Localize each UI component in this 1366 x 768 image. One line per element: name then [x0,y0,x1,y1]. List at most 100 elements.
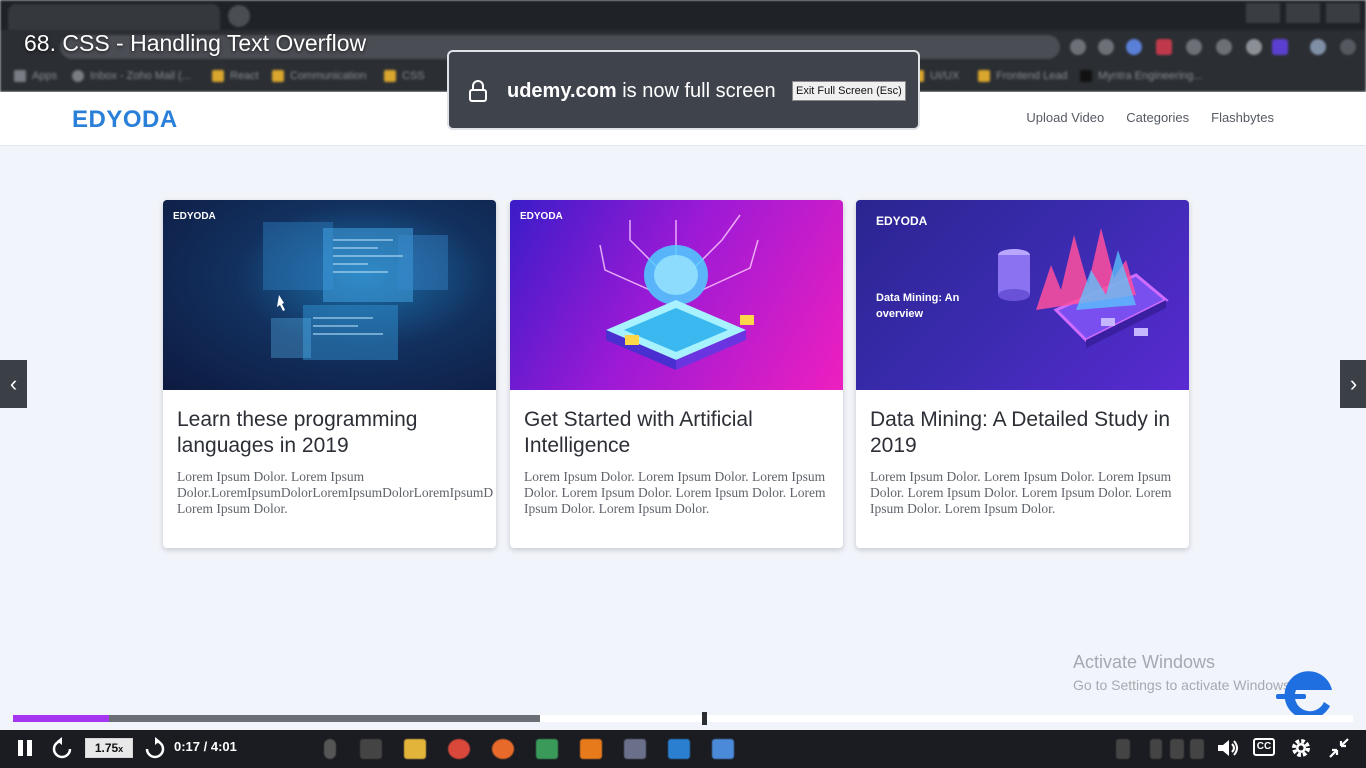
maximize-button[interactable] [1286,3,1320,23]
mail-icon [72,70,84,82]
extension-icon[interactable] [1098,39,1114,55]
data-mining-illustration [998,228,1169,348]
activate-windows-watermark: Activate Windows Go to Settings to activ… [1073,652,1294,693]
card-description: Lorem Ipsum Dolor. Lorem Ipsum Dolor.Lor… [177,469,494,517]
pause-icon[interactable] [16,738,34,758]
bookmark-label: Inbox - Zoho Mail (... [90,70,191,82]
app-icon[interactable] [624,739,646,759]
forward-icon[interactable] [143,737,167,761]
captions-button[interactable]: CC [1253,738,1275,756]
folder-icon [212,70,224,82]
folder-icon [978,70,990,82]
lock-icon [469,80,487,102]
extension-icon[interactable] [1070,39,1086,55]
bookmark-myntra[interactable]: Myntra Engineering... [1080,68,1203,84]
firefox-icon[interactable] [492,739,514,759]
bookmark-folder-react[interactable]: React [212,68,259,84]
card-text-line-overflowing: Dolor.LoremIpsumDolorLoremIpsumDolorLore… [177,485,494,500]
close-window-button[interactable] [1326,3,1360,23]
card-title[interactable]: Learn these programming languages in 201… [177,407,487,459]
bookmark-label: Myntra Engineering... [1098,70,1203,82]
file-explorer-icon[interactable] [404,739,426,759]
medium-icon [1080,70,1092,82]
exit-fullscreen-icon[interactable] [1328,737,1350,759]
chevron-right-icon: › [1349,371,1358,396]
extension-icon[interactable] [1216,39,1232,55]
browser-tab[interactable] [8,4,220,30]
extensions-bar [1070,37,1360,57]
chevron-up-icon[interactable] [1150,739,1162,759]
profile-icon[interactable] [1310,39,1326,55]
chevron-left-icon: ‹ [9,371,18,396]
extension-icon[interactable] [1156,39,1172,55]
exit-fullscreen-button[interactable]: Exit Full Screen (Esc) [792,81,906,101]
card-text-line: Lorem Ipsum Dolor. Lorem Ipsum [177,469,365,484]
course-card[interactable]: EDYODA Get Started with Artificial Intel… [510,200,843,548]
course-card[interactable]: EDYODA Learn these programming languages… [163,200,496,548]
card-description: Lorem Ipsum Dolor. Lorem Ipsum Dolor. Lo… [524,469,826,516]
bookmark-label: React [230,70,259,82]
nav-categories[interactable]: Categories [1126,110,1189,125]
notepad-icon[interactable] [536,739,558,759]
minimize-button[interactable] [1246,3,1280,23]
app-icon[interactable] [712,739,734,759]
bookmark-inbox[interactable]: Inbox - Zoho Mail (... [72,68,191,84]
speed-value: 1.75 [94,741,119,755]
chrome-icon[interactable] [448,739,470,759]
task-view-icon[interactable] [360,739,382,759]
site-logo[interactable]: EDYODA [72,106,178,134]
carousel-next-button[interactable]: › [1340,360,1366,408]
card-title[interactable]: Data Mining: A Detailed Study in 2019 [870,407,1180,459]
edge-logo-icon [1276,671,1332,720]
tray-icon[interactable] [1170,739,1184,759]
video-time: 0:17 / 4:01 [174,739,237,754]
nav-flashbytes[interactable]: Flashbytes [1211,110,1274,125]
card-image: EDYODA [510,200,843,390]
gear-icon[interactable] [1290,737,1312,759]
nav-upload-video[interactable]: Upload Video [1026,110,1104,125]
bookmark-label: Apps [32,70,58,82]
video-progress-bar[interactable] [13,712,1353,725]
carousel-prev-button[interactable]: ‹ [0,360,27,408]
tab-strip [0,0,1366,30]
tray-icon[interactable] [1116,739,1130,759]
folder-icon [272,70,284,82]
progress-played [13,715,110,722]
vscode-icon[interactable] [668,739,690,759]
video-title: 68. CSS - Handling Text Overflow [24,30,367,56]
fullscreen-message: udemy.com is now full screen [507,80,776,103]
fullscreen-notice: udemy.com is now full screen Exit Full S… [447,50,920,130]
bookmark-folder-css[interactable]: CSS [384,68,425,84]
microphone-icon[interactable] [324,739,336,759]
menu-icon[interactable] [1340,39,1356,55]
new-tab-button[interactable] [228,5,250,27]
speed-suffix: x [118,744,124,754]
bookmark-label: Communication [290,70,367,82]
extension-icon[interactable] [1186,39,1202,55]
extension-icon[interactable] [1126,39,1142,55]
card-image: EDYODA Data Mining: An overview [856,200,1189,390]
progress-marker[interactable] [701,712,707,725]
card-text-line: Lorem Ipsum Dolor. [177,501,288,516]
volume-icon[interactable] [1216,738,1240,758]
fullscreen-message-text: is now full screen [616,80,776,102]
course-card[interactable]: EDYODA Data Mining: An overview Data Min… [856,200,1189,548]
bookmark-folder-communication[interactable]: Communication [272,68,366,84]
fullscreen-domain: udemy.com [507,80,617,102]
bookmark-folder-frontend-lead[interactable]: Frontend Lead [978,68,1068,84]
network-icon[interactable] [1190,739,1204,759]
bookmark-label: UI/UX [930,70,960,82]
watermark-title: Activate Windows [1073,652,1216,672]
bookmark-label: CSS [402,70,425,82]
rewind-icon[interactable] [50,737,74,761]
card-title[interactable]: Get Started with Artificial Intelligence [524,407,834,459]
card-description: Lorem Ipsum Dolor. Lorem Ipsum Dolor. Lo… [870,469,1172,516]
bookmark-label: Frontend Lead [996,70,1068,82]
bookmark-apps[interactable]: Apps [14,68,57,84]
vlc-icon[interactable] [580,739,602,759]
extension-icon[interactable] [1272,39,1288,55]
playback-speed-button[interactable]: 1.75x [85,738,133,758]
site-nav: Upload Video Categories Flashbytes [1026,110,1274,125]
ai-brain-illustration [599,214,759,370]
avatar[interactable] [1246,39,1262,55]
